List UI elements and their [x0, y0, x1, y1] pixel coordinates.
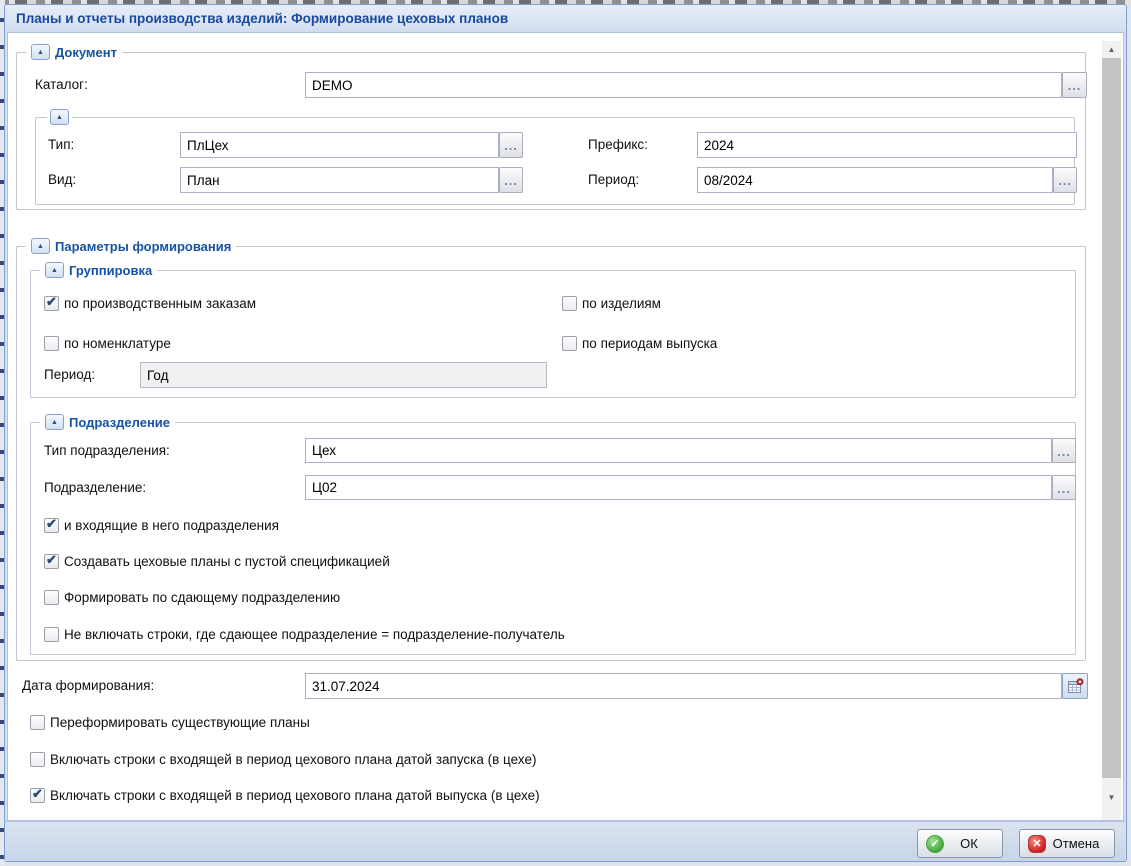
subdivision-type-label: Тип подразделения: — [44, 443, 170, 459]
legend-grouping: ▲ Группировка — [40, 261, 157, 279]
subdivision-ellipsis-button[interactable]: ... — [1052, 475, 1076, 500]
grouping-period-label: Период: — [44, 367, 95, 383]
legend-document: ▲ Документ — [26, 43, 122, 61]
checkbox-by-delivering-label[interactable]: Формировать по сдающему подразделению — [64, 589, 340, 606]
scroll-up-icon: ▲ — [1108, 45, 1116, 54]
check-icon: ✔ — [32, 786, 43, 802]
legend-subdivision-text: Подразделение — [69, 415, 170, 430]
subdivision-label: Подразделение: — [44, 480, 146, 496]
collapse-icon-subdivision[interactable]: ▲ — [45, 414, 64, 430]
checkbox-by-release-periods[interactable]: ✔ — [562, 336, 577, 351]
collapse-icon-document-inner[interactable]: ▲ — [50, 109, 69, 125]
ok-button-label: ОК — [944, 836, 994, 851]
screen: Планы и отчеты производства изделий: Фор… — [0, 0, 1131, 866]
checkbox-by-products-label[interactable]: по изделиям — [582, 295, 661, 312]
subdivision-input[interactable] — [305, 475, 1052, 500]
collapse-icon-grouping[interactable]: ▲ — [45, 262, 64, 278]
calendar-icon — [1067, 678, 1084, 694]
kind-ellipsis-button[interactable]: ... — [499, 167, 523, 193]
legend-grouping-text: Группировка — [69, 263, 152, 278]
legend-parameters: ▲ Параметры формирования — [26, 237, 236, 255]
grouping-period-input — [140, 362, 547, 388]
scrollbar-up-button[interactable]: ▲ — [1102, 41, 1121, 57]
checkbox-reform-existing[interactable]: ✔ — [30, 715, 45, 730]
doc-period-ellipsis-button[interactable]: ... — [1053, 167, 1077, 193]
scrollbar-down-button[interactable]: ▼ — [1102, 789, 1121, 805]
subdivision-type-input[interactable] — [305, 438, 1052, 463]
formation-date-calendar-button[interactable] — [1062, 673, 1088, 699]
type-label: Тип: — [48, 137, 74, 153]
checkbox-by-delivering[interactable]: ✔ — [44, 590, 59, 605]
type-ellipsis-button[interactable]: ... — [499, 132, 523, 158]
checkbox-by-production-orders[interactable]: ✔ — [44, 296, 59, 311]
scroll-down-icon: ▼ — [1108, 793, 1116, 802]
checkbox-include-nested[interactable]: ✔ — [44, 518, 59, 533]
catalog-ellipsis-button[interactable]: ... — [1062, 72, 1087, 98]
cancel-icon: ✕ — [1028, 835, 1046, 853]
collapse-icon-parameters[interactable]: ▲ — [31, 238, 50, 254]
ok-icon: ✓ — [926, 835, 944, 853]
check-icon: ✔ — [46, 552, 57, 568]
checkbox-include-release-date[interactable]: ✔ — [30, 788, 45, 803]
checkbox-include-release-date-label[interactable]: Включать строки с входящей в период цехо… — [50, 787, 540, 804]
type-input[interactable] — [180, 132, 499, 158]
checkbox-create-empty-spec-label[interactable]: Создавать цеховые планы с пустой специфи… — [64, 553, 390, 570]
checkbox-by-release-periods-label[interactable]: по периодам выпуска — [582, 335, 717, 352]
checkbox-exclude-equal[interactable]: ✔ — [44, 627, 59, 642]
prefix-input[interactable] — [697, 132, 1077, 158]
subdivision-type-ellipsis-button[interactable]: ... — [1052, 438, 1076, 463]
dialog-titlebar[interactable]: Планы и отчеты производства изделий: Фор… — [5, 5, 1126, 32]
scrollbar[interactable]: ▲ ▼ — [1102, 41, 1121, 820]
formation-date-label: Дата формирования: — [22, 678, 154, 694]
doc-period-label: Период: — [588, 172, 639, 188]
checkbox-by-products[interactable]: ✔ — [562, 296, 577, 311]
collapse-icon-document[interactable]: ▲ — [31, 44, 50, 60]
cancel-button-label: Отмена — [1046, 836, 1106, 851]
checkbox-exclude-equal-label[interactable]: Не включать строки, где сдающее подразде… — [64, 626, 565, 643]
kind-label: Вид: — [48, 172, 76, 188]
checkbox-include-launch-date[interactable]: ✔ — [30, 752, 45, 767]
scrollbar-thumb[interactable] — [1102, 58, 1121, 778]
legend-subdivision: ▲ Подразделение — [40, 413, 175, 431]
catalog-input[interactable] — [305, 72, 1062, 98]
checkbox-by-nomenclature-label[interactable]: по номенклатуре — [64, 335, 171, 352]
checkbox-create-empty-spec[interactable]: ✔ — [44, 554, 59, 569]
checkbox-by-production-orders-label[interactable]: по производственным заказам — [64, 295, 256, 312]
checkbox-include-nested-label[interactable]: и входящие в него подразделения — [64, 517, 279, 534]
checkbox-include-launch-date-label[interactable]: Включать строки с входящей в период цехо… — [50, 751, 536, 768]
legend-document-inner: ▲ — [47, 108, 72, 126]
cancel-button[interactable]: ✕ Отмена — [1019, 829, 1115, 858]
legend-parameters-text: Параметры формирования — [55, 239, 231, 254]
check-icon: ✔ — [46, 294, 57, 310]
catalog-label: Каталог: — [35, 77, 88, 93]
prefix-label: Префикс: — [588, 137, 648, 153]
check-icon: ✔ — [46, 516, 57, 532]
ok-button[interactable]: ✓ ОК — [917, 829, 1003, 858]
doc-period-input[interactable] — [697, 167, 1053, 193]
formation-date-input[interactable] — [305, 673, 1062, 699]
checkbox-reform-existing-label[interactable]: Переформировать существующие планы — [50, 714, 310, 731]
legend-document-text: Документ — [55, 45, 117, 60]
kind-input[interactable] — [180, 167, 499, 193]
checkbox-by-nomenclature[interactable]: ✔ — [44, 336, 59, 351]
dialog-title: Планы и отчеты производства изделий: Фор… — [16, 11, 508, 26]
